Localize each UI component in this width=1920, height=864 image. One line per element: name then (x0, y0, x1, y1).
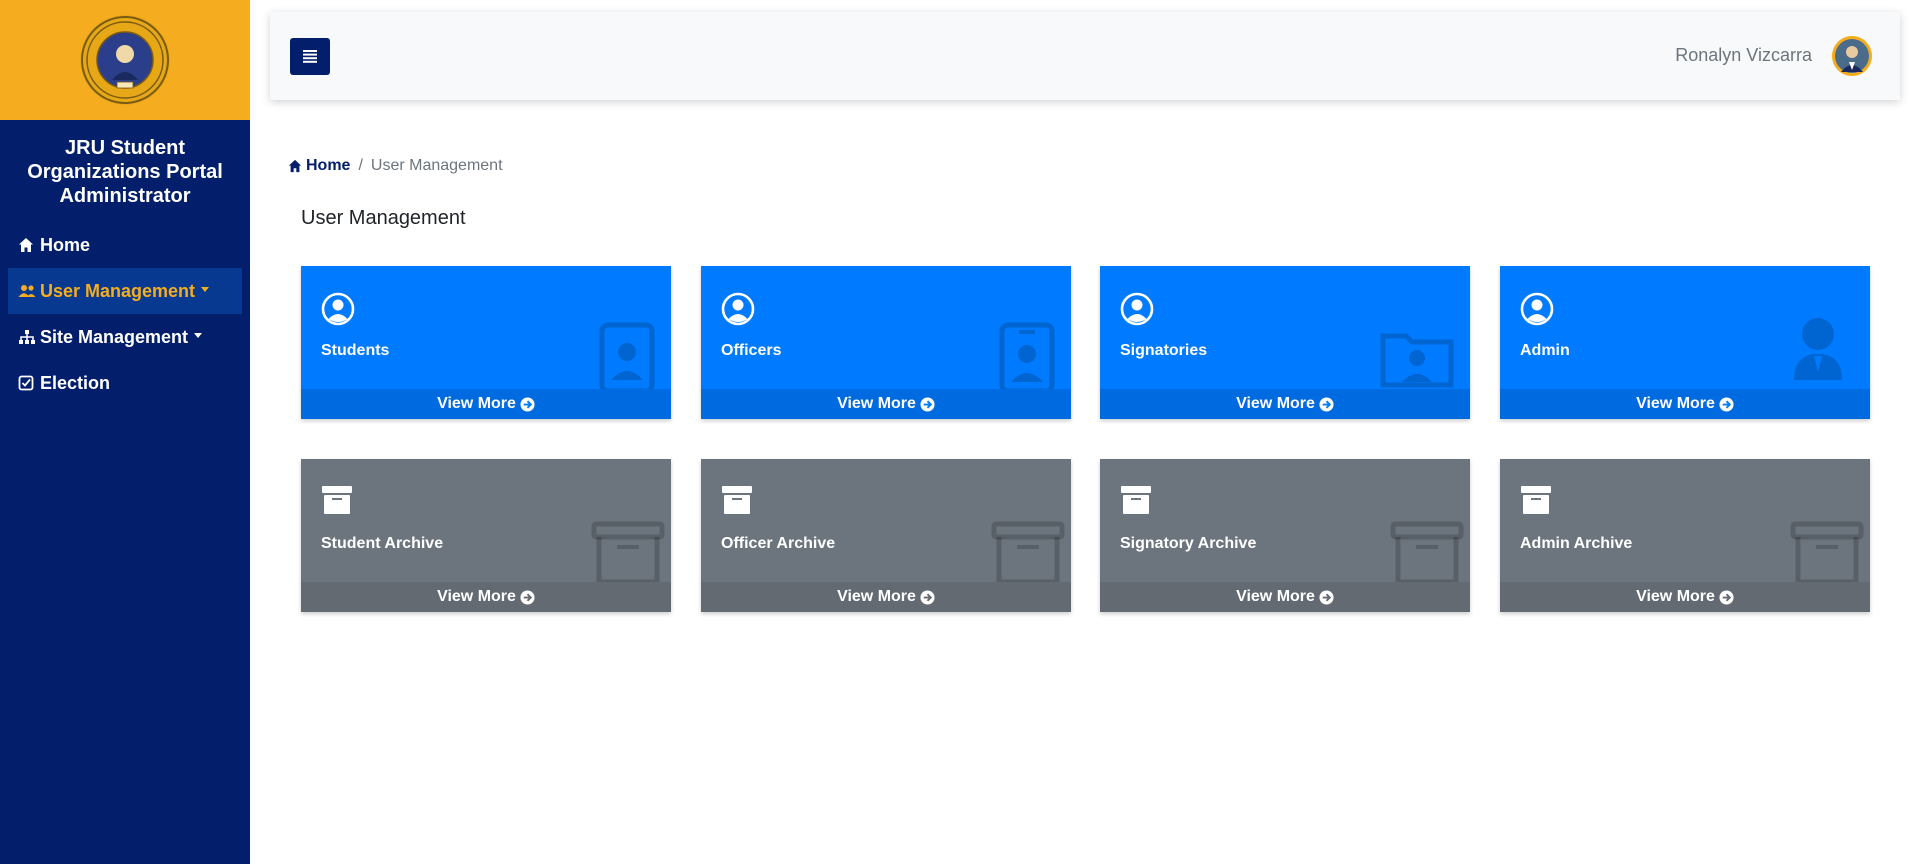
id-badge-icon (999, 322, 1055, 394)
sidebar-toggle-button[interactable] (290, 38, 330, 75)
caret-down-icon (194, 332, 203, 338)
view-more-label: View More (1236, 395, 1315, 412)
logo-area (0, 0, 250, 120)
student-archive-card[interactable]: Student Archive View More (301, 459, 671, 612)
university-seal-logo (80, 15, 170, 105)
sidebar-item-home[interactable]: Home (8, 222, 242, 268)
view-more-label: View More (1636, 588, 1715, 605)
users-icon (18, 282, 36, 300)
card-label: Officer Archive (721, 535, 836, 552)
breadcrumb: Home / User Management (288, 157, 503, 175)
view-more-link[interactable]: View More (1500, 582, 1870, 612)
sidebar-item-user-management[interactable]: User Management (8, 268, 242, 314)
page-title: User Management (301, 207, 466, 229)
officer-archive-card[interactable]: Officer Archive View More (701, 459, 1071, 612)
archive-box-icon (1121, 486, 1151, 514)
arrow-circle-right-icon (1319, 589, 1334, 605)
house-icon (18, 236, 36, 254)
user-circle-icon (1120, 292, 1154, 326)
folder-user-icon (1380, 333, 1454, 388)
archive-box-icon (591, 521, 665, 585)
card-label: Students (321, 342, 390, 359)
admin-card[interactable]: Admin View More (1500, 266, 1870, 419)
archive-box-icon (722, 486, 752, 514)
breadcrumb-home-label: Home (306, 157, 351, 174)
breadcrumb-home-link[interactable]: Home (288, 157, 350, 175)
card-label: Admin Archive (1520, 535, 1633, 552)
sidebar-item-label: User Management (40, 280, 196, 301)
id-badge-icon (599, 322, 655, 394)
check-square-icon (18, 374, 36, 392)
portal-title: JRU Student Organizations Portal Adminis… (27, 137, 223, 207)
archive-box-icon (1390, 521, 1464, 585)
sidebar-nav: Home User Management Site Management Ele… (0, 222, 250, 406)
avatar[interactable] (1832, 36, 1872, 76)
sidebar: JRU Student Organizations Portal Adminis… (0, 0, 250, 864)
arrow-circle-right-icon (1719, 396, 1734, 412)
view-more-label: View More (437, 588, 516, 605)
user-name[interactable]: Ronalyn Vizcarra (1675, 45, 1812, 66)
sidebar-item-label: Site Management (40, 326, 189, 347)
top-navbar: Ronalyn Vizcarra (270, 12, 1900, 100)
hamburger-icon (303, 50, 317, 63)
view-more-label: View More (837, 588, 916, 605)
view-more-label: View More (1236, 588, 1315, 605)
user-circle-icon (721, 292, 755, 326)
view-more-link[interactable]: View More (701, 582, 1071, 612)
card-label: Student Archive (321, 535, 444, 552)
signatories-card[interactable]: Signatories View More (1100, 266, 1470, 419)
view-more-link[interactable]: View More (1100, 389, 1470, 419)
archive-box-icon (1521, 486, 1551, 514)
view-more-link[interactable]: View More (1100, 582, 1470, 612)
sitemap-icon (18, 328, 36, 346)
breadcrumb-separator: / (358, 157, 363, 174)
card-label: Signatory Archive (1120, 535, 1257, 552)
archive-box-icon (322, 486, 352, 514)
arrow-circle-right-icon (920, 589, 935, 605)
arrow-circle-right-icon (1719, 589, 1734, 605)
view-more-label: View More (437, 395, 516, 412)
archive-box-icon (1790, 521, 1864, 585)
signatory-archive-card[interactable]: Signatory Archive View More (1100, 459, 1470, 612)
arrow-circle-right-icon (920, 396, 935, 412)
archive-box-icon (991, 521, 1065, 585)
officers-card[interactable]: Officers View More (701, 266, 1071, 419)
students-card[interactable]: Students View More (301, 266, 671, 419)
view-more-label: View More (1636, 395, 1715, 412)
card-label: Signatories (1120, 342, 1208, 359)
breadcrumb-current: User Management (370, 157, 503, 174)
arrow-circle-right-icon (1319, 396, 1334, 412)
sidebar-item-label: Election (40, 372, 111, 393)
user-tie-icon (1794, 318, 1842, 380)
sidebar-item-site-management[interactable]: Site Management (8, 314, 242, 360)
user-circle-icon (321, 292, 355, 326)
view-more-link[interactable]: View More (701, 389, 1071, 419)
arrow-circle-right-icon (520, 396, 535, 412)
card-label: Officers (721, 342, 782, 359)
arrow-circle-right-icon (520, 589, 535, 605)
card-label: Admin (1520, 342, 1570, 359)
caret-down-icon (201, 286, 210, 292)
view-more-label: View More (837, 395, 916, 412)
house-icon (288, 159, 302, 173)
admin-archive-card[interactable]: Admin Archive View More (1500, 459, 1870, 612)
view-more-link[interactable]: View More (301, 582, 671, 612)
sidebar-item-election[interactable]: Election (8, 360, 242, 406)
view-more-link[interactable]: View More (1500, 389, 1870, 419)
user-circle-icon (1520, 292, 1554, 326)
sidebar-item-label: Home (40, 234, 91, 255)
view-more-link[interactable]: View More (301, 389, 671, 419)
